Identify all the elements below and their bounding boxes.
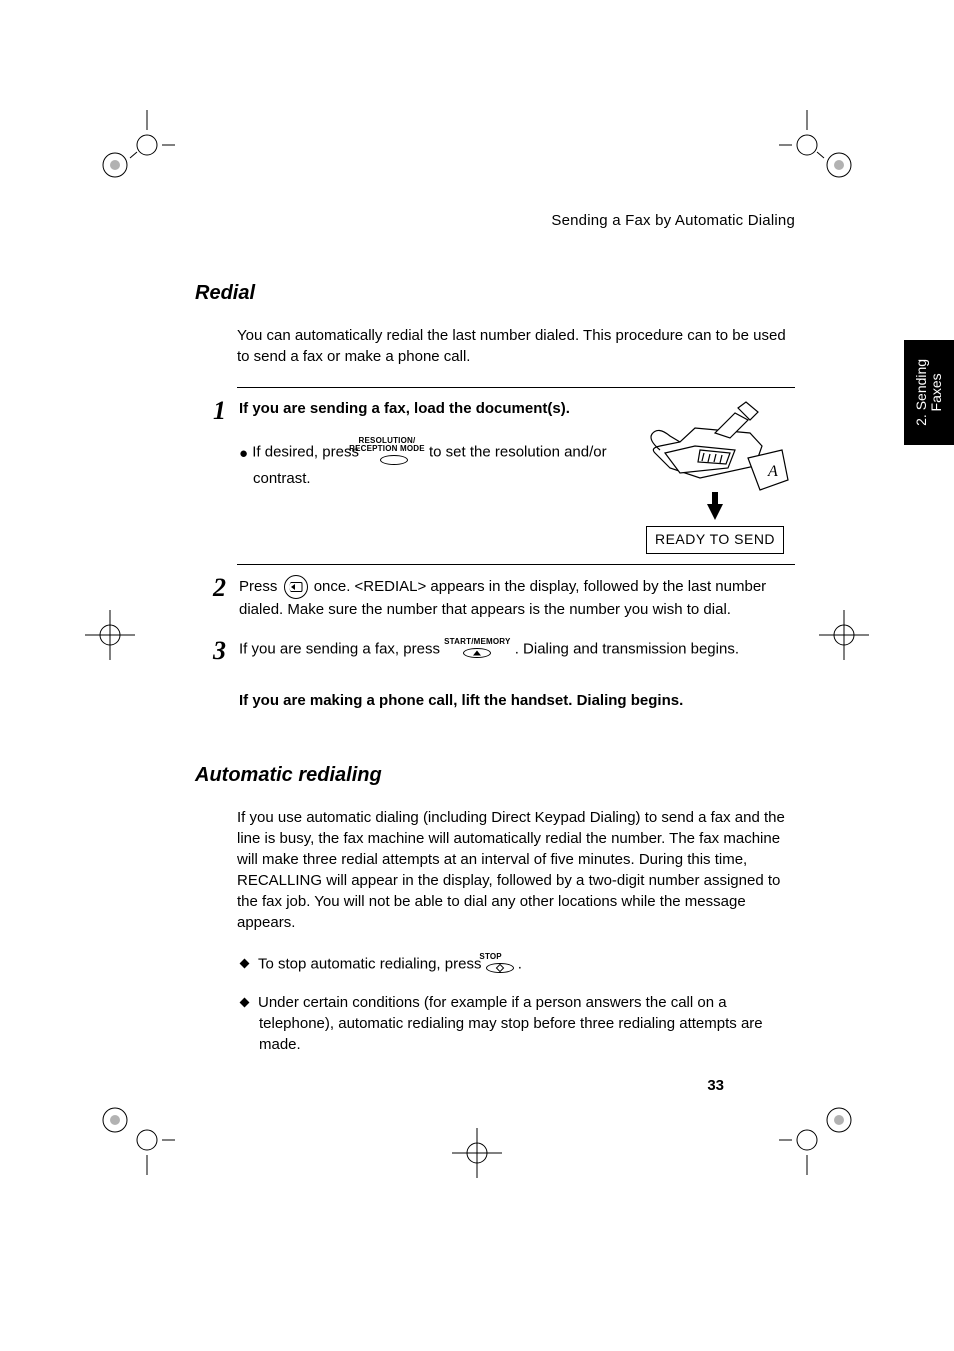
step-1-sub-prefix: If desired, press [252,443,359,460]
step-3-suffix: . Dialing and transmission begins. [515,640,739,657]
auto-bullet-2: Under certain conditions (for example if… [237,992,795,1055]
crop-mark-icon [779,1085,869,1175]
auto-intro: If you use automatic dialing (including … [237,807,795,933]
step-2-suffix: once. <REDIAL> appears in the display, f… [239,578,766,618]
fax-machine-icon: A [640,398,790,498]
section-tab: 2. Sending Faxes [904,340,954,445]
step-number: 2 [213,575,239,601]
step-3: 3 If you are sending a fax, press START/… [213,638,795,664]
crop-mark-icon [819,610,869,660]
page-content: Sending a Fax by Automatic Dialing Redia… [195,210,795,1055]
divider [237,564,795,565]
step-1: 1 If you are sending a fax, load the doc… [213,398,795,554]
resolution-button-icon: RESOLUTION/ RECEPTION MODE [363,437,425,468]
crop-mark-icon [85,1085,175,1175]
step-2-prefix: Press [239,578,277,595]
redial-button-icon [284,575,308,599]
page-number: 33 [707,1075,724,1096]
crop-mark-icon [452,1128,502,1178]
auto-bullet-1: To stop automatic redialing, press STOP … [237,953,795,976]
crop-mark-icon [779,110,869,200]
divider [237,387,795,388]
section-title-redial: Redial [195,279,795,307]
step-number: 1 [213,398,239,424]
section-title-auto: Automatic redialing [195,761,795,789]
stop-button-icon: STOP [486,953,514,976]
step-number: 3 [213,638,239,664]
display-ready: READY TO SEND [646,526,784,554]
section-tab-line2: Faxes [928,373,944,411]
step-1-instruction: If you are sending a fax, load the docum… [239,400,570,417]
running-header: Sending a Fax by Automatic Dialing [195,210,795,231]
redial-intro: You can automatically redial the last nu… [237,325,795,367]
section-tab-line1: 2. Sending [913,359,929,426]
crop-mark-icon [85,610,135,660]
step-1-sub: ● If desired, press RESOLUTION/ RECEPTIO… [239,437,625,489]
step-3-prefix: If you are sending a fax, press [239,640,440,657]
step-2: 2 Press once. <REDIAL> appears in the di… [213,575,795,620]
step-3-alt: If you are making a phone call, lift the… [239,690,795,711]
start-memory-button-icon: START/MEMORY [444,638,510,661]
crop-mark-icon [85,110,175,200]
step-1-figure: A READY TO SEND [635,398,795,554]
svg-text:A: A [767,463,778,480]
down-arrow-icon [707,504,723,520]
